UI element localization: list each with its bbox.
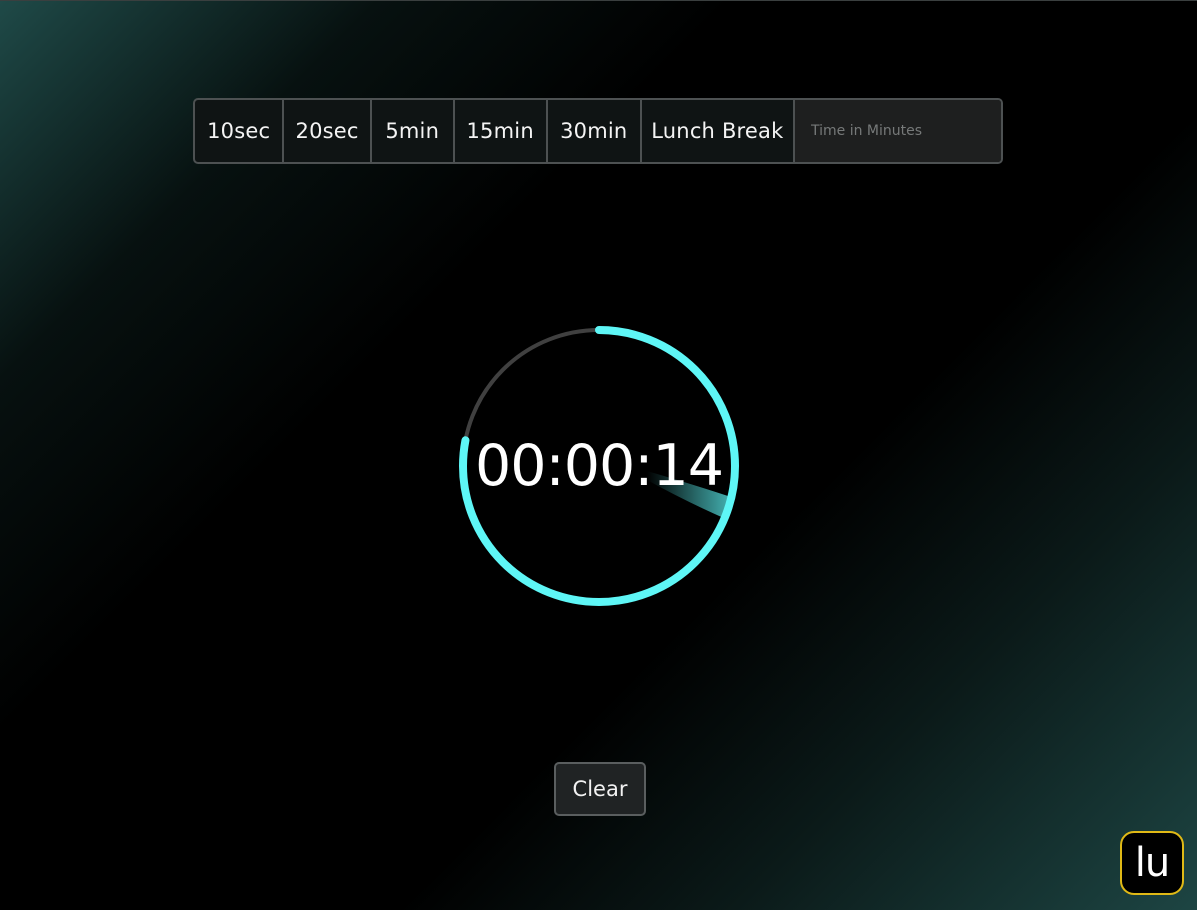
lu-logo[interactable]: lu xyxy=(1120,831,1184,895)
preset-lunch-break-button[interactable]: Lunch Break xyxy=(642,100,795,162)
preset-toolbar: 10sec 20sec 5min 15min 30min Lunch Break xyxy=(193,98,1003,164)
preset-15min-button[interactable]: 15min xyxy=(455,100,548,162)
countdown-timer: 00:00:14 xyxy=(455,322,743,610)
time-display: 00:00:14 xyxy=(475,433,724,499)
preset-30min-button[interactable]: 30min xyxy=(548,100,642,162)
preset-20sec-button[interactable]: 20sec xyxy=(284,100,372,162)
preset-5min-button[interactable]: 5min xyxy=(372,100,455,162)
minutes-input[interactable] xyxy=(795,100,1001,162)
preset-10sec-button[interactable]: 10sec xyxy=(195,100,285,162)
top-border-line xyxy=(0,0,1197,1)
clear-button[interactable]: Clear xyxy=(554,762,646,816)
